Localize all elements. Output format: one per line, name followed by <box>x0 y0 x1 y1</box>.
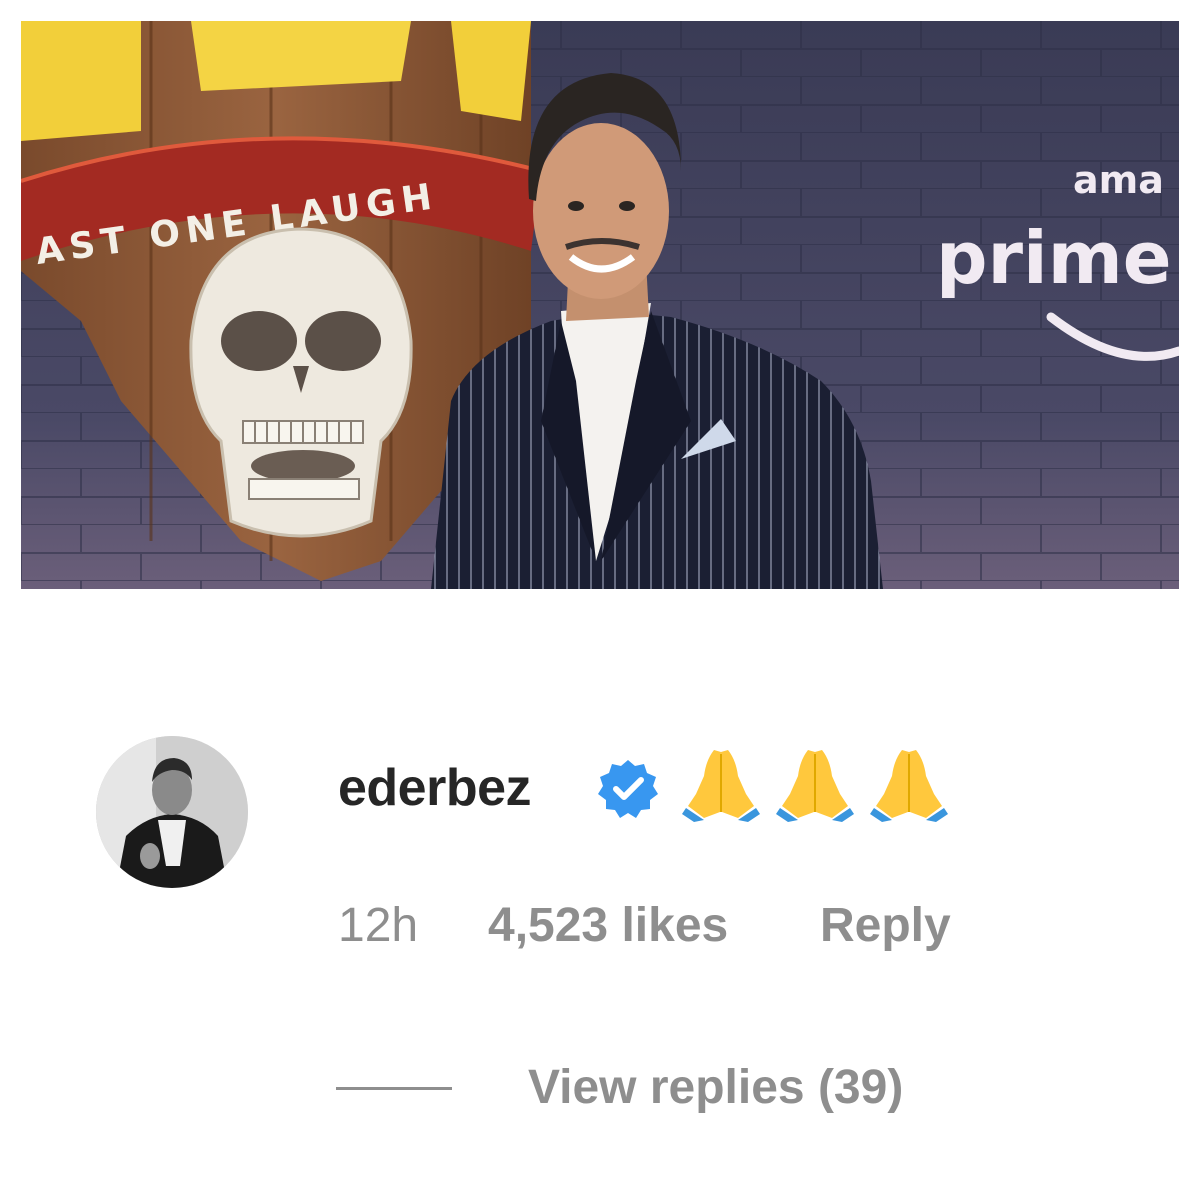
comment-emojis <box>682 746 948 822</box>
brand-bottom-text: prime <box>936 216 1172 300</box>
comment-timestamp: 12h <box>338 899 419 952</box>
avatar-image <box>96 736 248 888</box>
reply-button[interactable]: Reply <box>820 896 951 956</box>
folded-hands-icon <box>776 750 854 822</box>
replies-divider <box>336 1087 452 1090</box>
folded-hands-icon <box>870 750 948 822</box>
brand-top-text: ama <box>1073 158 1164 202</box>
avatar[interactable] <box>96 736 248 888</box>
likes-count[interactable]: 4,523 likes <box>488 896 728 956</box>
verified-badge-icon <box>598 760 658 818</box>
photo-illustration: AST ONE LAUGH ama prime <box>21 21 1179 589</box>
username[interactable]: ederbez <box>338 758 532 818</box>
post-photo: AST ONE LAUGH ama prime <box>21 21 1179 589</box>
folded-hands-icon <box>682 750 760 822</box>
view-replies-button[interactable]: View replies (39) <box>528 1058 903 1118</box>
